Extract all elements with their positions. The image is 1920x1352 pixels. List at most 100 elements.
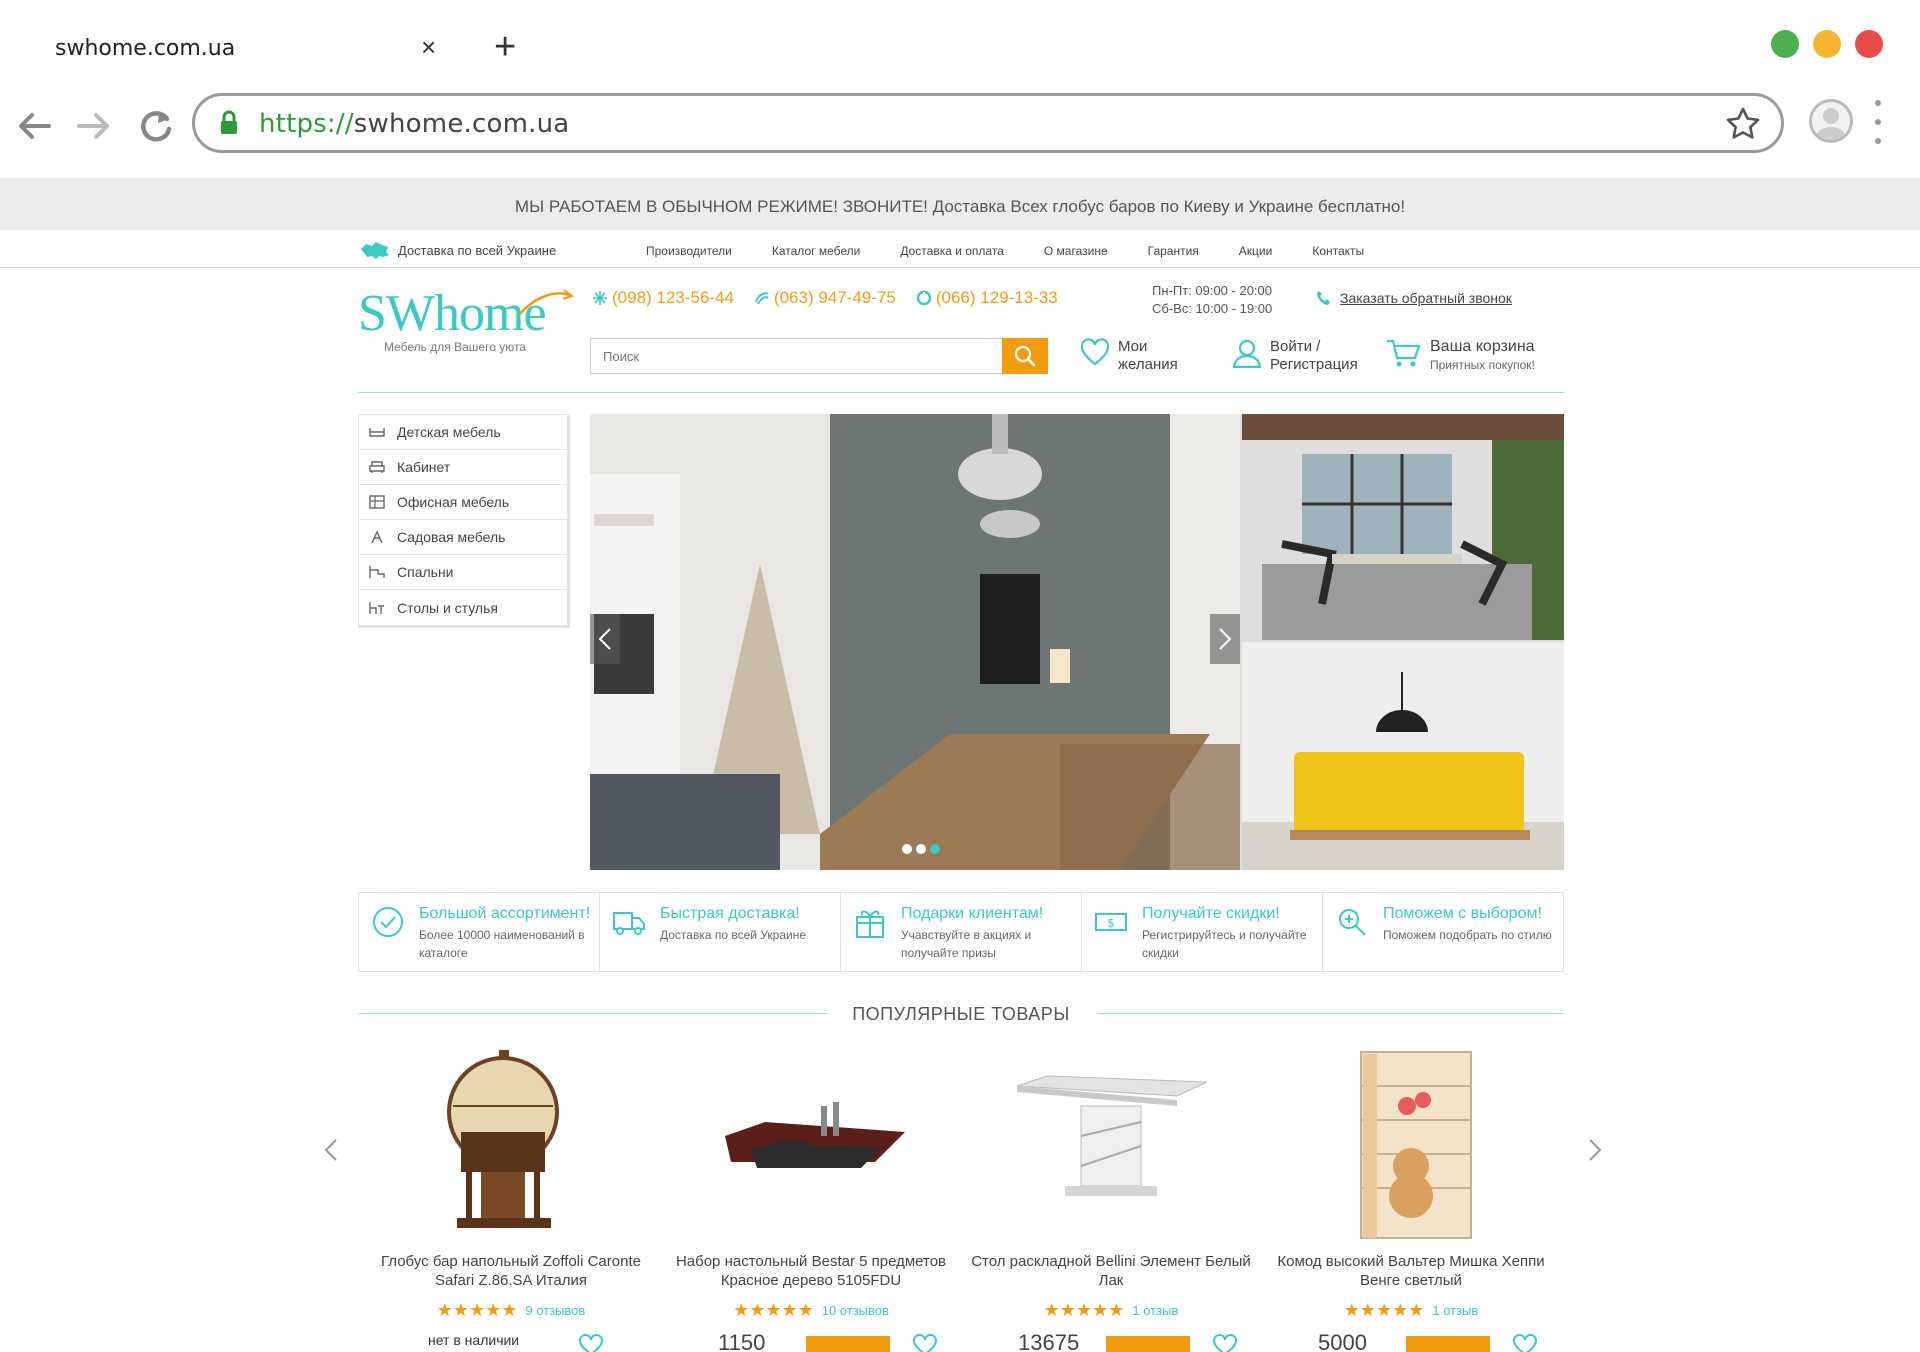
nav-link-promotions[interactable]: Акции [1239, 244, 1273, 258]
reload-icon[interactable] [134, 104, 178, 148]
category-tables-chairs[interactable]: Столы и стулья [359, 590, 567, 625]
profile-avatar[interactable] [1809, 99, 1853, 143]
chevron-left-icon [598, 628, 611, 650]
reviews-link[interactable]: 9 отзывов [525, 1303, 585, 1318]
address-bar[interactable]: https://swhome.com.ua [192, 93, 1784, 153]
product-name[interactable]: Набор настольный Bestar 5 предметов Крас… [666, 1252, 956, 1290]
phone-vodafone[interactable]: (066) 129-13-33 [916, 288, 1058, 308]
wishlist-link[interactable]: Мои желания [1080, 338, 1178, 374]
user-icon [1232, 339, 1262, 368]
url-text[interactable]: https://swhome.com.ua [259, 109, 569, 139]
buy-button[interactable] [806, 1336, 890, 1352]
slide-dining-room-image [590, 414, 1240, 870]
category-cabinet[interactable]: Кабинет [359, 450, 567, 485]
product-image-chest-of-drawers[interactable] [1311, 1046, 1511, 1242]
product-card[interactable]: Стол раскладной Bellini Элемент Белый Ла… [966, 1046, 1256, 1352]
reviews-link[interactable]: 1 отзыв [1132, 1303, 1178, 1318]
buy-button[interactable] [1106, 1336, 1190, 1352]
delivery-truck-icon [613, 912, 645, 935]
search-bar [590, 338, 1048, 374]
category-office[interactable]: Офисная мебель [359, 485, 567, 520]
lock-icon [221, 110, 237, 134]
phone-list: (098) 123-56-44 (063) 947-49-75 (066) 12… [592, 288, 1058, 308]
ukraine-map-icon [361, 242, 389, 259]
nav-link-contacts[interactable]: Контакты [1312, 244, 1364, 258]
window-maximize-button[interactable] [1771, 30, 1799, 58]
buy-button[interactable] [1406, 1336, 1490, 1352]
nav-link-delivery[interactable]: Доставка и оплата [900, 244, 1004, 258]
product-card[interactable]: Глобус бар напольный Zoffoli Caronte Saf… [366, 1046, 656, 1352]
product-footer: 5000 [1266, 1332, 1556, 1352]
product-card[interactable]: Набор настольный Bestar 5 предметов Крас… [666, 1046, 956, 1352]
nav-link-warranty[interactable]: Гарантия [1148, 244, 1199, 258]
phone-kyivstar[interactable]: (098) 123-56-44 [592, 288, 734, 308]
wishlist-heart-icon[interactable] [1512, 1334, 1538, 1352]
product-price: 5000 [1318, 1332, 1367, 1352]
slider-dot-2[interactable] [916, 844, 926, 854]
site-logo[interactable]: SWhome Мебель для Вашего уюта [358, 284, 574, 364]
product-card[interactable]: Комод высокий Вальтер Мишка Хеппи Венге … [1266, 1046, 1556, 1352]
category-kids[interactable]: Детская мебель [359, 415, 567, 450]
cart-link[interactable]: Ваша корзина Приятных покупок! [1386, 338, 1535, 374]
slider-next-button[interactable] [1210, 614, 1240, 664]
header-divider [358, 392, 1564, 393]
heart-icon [1080, 338, 1110, 366]
tab-close-icon[interactable]: × [421, 34, 436, 60]
reviews-link[interactable]: 1 отзыв [1432, 1303, 1478, 1318]
wishlist-heart-icon[interactable] [912, 1334, 938, 1352]
browser-menu-icon[interactable] [1874, 100, 1882, 144]
working-hours: Пн-Пт: 09:00 - 20:00 Сб-Вс: 10:00 - 19:0… [1152, 282, 1272, 318]
product-name[interactable]: Стол раскладной Bellini Элемент Белый Ла… [966, 1252, 1256, 1290]
slider-dot-1[interactable] [902, 844, 912, 854]
promo-banner: МЫ РАБОТАЕМ В ОБЫЧНОМ РЕЖИМЕ! ЗВОНИТЕ! Д… [0, 178, 1920, 230]
nav-link-catalog[interactable]: Каталог мебели [772, 244, 860, 258]
hours-weekday: Пн-Пт: 09:00 - 20:00 [1152, 283, 1272, 298]
product-footer: 1150 [666, 1332, 956, 1352]
popular-title-text: ПОПУЛЯРНЫЕ ТОВАРЫ [852, 1004, 1070, 1024]
product-image-extendable-table[interactable] [1011, 1046, 1211, 1242]
bookmark-star-icon[interactable] [1725, 106, 1761, 142]
feature-advice: Поможем с выбором! Поможем подобрать по … [1323, 893, 1563, 971]
carousel-next-icon[interactable] [1584, 1130, 1608, 1170]
garden-icon [371, 530, 383, 544]
rating-stars: ★★★★★ [733, 1300, 814, 1320]
slide-loft-dining-image [1242, 414, 1564, 640]
window-minimize-button[interactable] [1813, 30, 1841, 58]
reviews-link[interactable]: 10 отзывов [822, 1303, 889, 1318]
back-arrow-icon[interactable] [12, 104, 56, 148]
cart-icon [1387, 339, 1421, 367]
search-button[interactable] [1002, 338, 1048, 374]
slider-dot-3[interactable] [930, 844, 940, 854]
product-name[interactable]: Глобус бар напольный Zoffoli Caronte Saf… [366, 1252, 656, 1290]
wishlist-heart-icon[interactable] [578, 1334, 604, 1352]
category-bedroom[interactable]: Спальни [359, 555, 567, 590]
window-close-button[interactable] [1855, 30, 1883, 58]
slider-prev-button[interactable] [590, 614, 620, 664]
product-name[interactable]: Комод высокий Вальтер Мишка Хеппи Венге … [1266, 1252, 1556, 1290]
new-tab-icon[interactable]: + [494, 28, 516, 66]
feature-strip: Большой ассортимент! Более 10000 наимено… [358, 892, 1564, 972]
chevron-right-icon [1219, 628, 1232, 650]
armchair-icon [369, 461, 385, 473]
logo-tagline: Мебель для Вашего уюта [384, 340, 526, 354]
slide-yellow-sofa-image [1242, 642, 1564, 870]
gift-icon [856, 910, 884, 938]
top-navigation: Доставка по всей Украине Производители К… [0, 232, 1920, 268]
product-image-globe-bar[interactable] [411, 1046, 611, 1242]
delivery-notice-text: Доставка по всей Украине [398, 242, 557, 258]
phone-lifecell[interactable]: (063) 947-49-75 [754, 288, 896, 308]
callback-link[interactable]: Заказать обратный звонок [1316, 290, 1512, 306]
carousel-prev-icon[interactable] [318, 1130, 342, 1170]
browser-tab-bar: swhome.com.ua × + [0, 0, 1920, 86]
product-rating: ★★★★★ 10 отзывов [666, 1300, 956, 1321]
tab-title[interactable]: swhome.com.ua [55, 36, 235, 61]
nav-link-about[interactable]: О магазине [1044, 244, 1108, 258]
nav-link-manufacturers[interactable]: Производители [646, 244, 732, 258]
wishlist-heart-icon[interactable] [1212, 1334, 1238, 1352]
category-garden[interactable]: Садовая мебель [359, 520, 567, 555]
hero-slider [590, 414, 1564, 870]
forward-arrow-icon[interactable] [72, 104, 116, 148]
login-link[interactable]: Войти / Регистрация [1232, 338, 1358, 374]
search-input[interactable] [591, 339, 1003, 373]
product-image-desk-set[interactable] [711, 1046, 911, 1242]
